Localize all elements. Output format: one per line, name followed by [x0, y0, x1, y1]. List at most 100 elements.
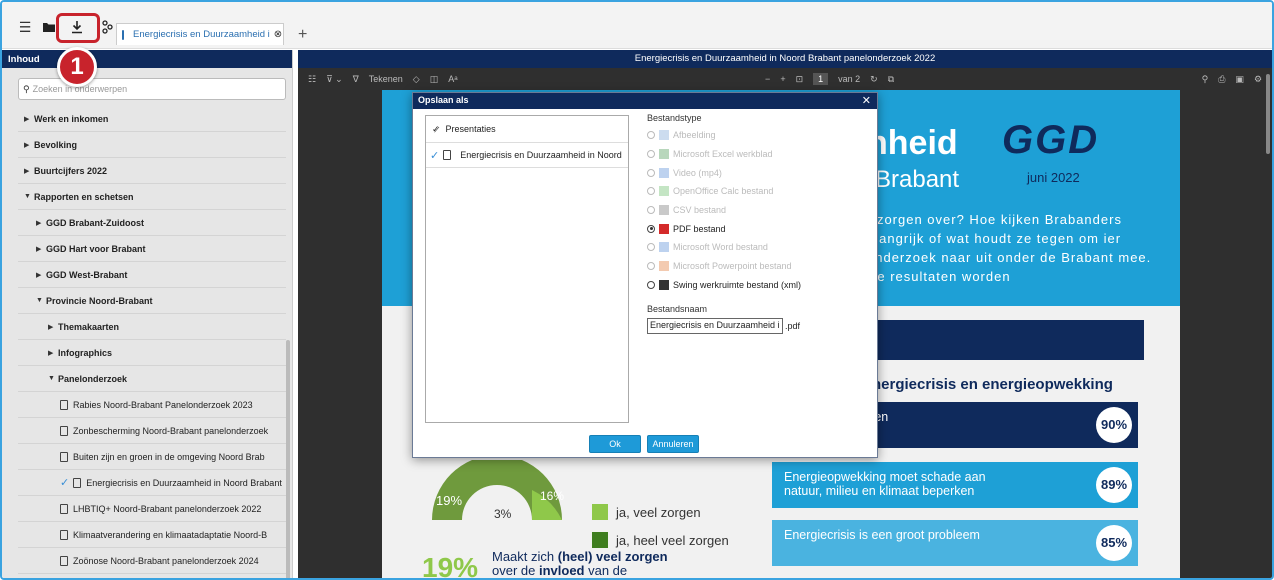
tab-close-icon[interactable]: ⊗	[274, 29, 282, 40]
tree-item[interactable]: Houtstook Noord-Brabant panelonderzoek 2…	[18, 574, 286, 578]
search-doc-icon[interactable]: ⚲	[1202, 74, 1209, 85]
tree-item-label: Bevolking	[34, 139, 78, 150]
radio-button[interactable]	[647, 168, 655, 177]
tree-item[interactable]: ▶ Bevolking	[18, 132, 286, 158]
tree-item[interactable]: ▼ Provincie Noord-Brabant	[18, 288, 286, 314]
chevron-right-icon[interactable]: ▶	[24, 141, 34, 149]
list-icon[interactable]: ☷	[308, 74, 316, 85]
filetype-option[interactable]: PDF bestand	[647, 219, 867, 238]
tree-item[interactable]: ▶ GGD Hart voor Brabant	[18, 236, 286, 262]
chevron-right-icon[interactable]: ▶	[36, 219, 46, 227]
filetype-option[interactable]: Swing werkruimte bestand (xml)	[647, 276, 867, 295]
bottom-text-2-bold: invloed	[538, 563, 585, 578]
menu-icon[interactable]: ☰	[16, 18, 34, 36]
share-icon[interactable]	[98, 18, 116, 36]
tree-item[interactable]: ✓ Energiecrisis en Duurzaamheid in Noord …	[18, 470, 286, 496]
filename-input[interactable]: Energiecrisis en Duurzaamheid i	[647, 318, 783, 335]
viewer-toolbar: ☷ ⊽ ⌄ ∇ Tekenen ◇ ◫ Aᵃ − + ⊡ 1 van 2 ↻ ⧉…	[298, 68, 1272, 90]
tree-item[interactable]: Klimaatverandering en klimaatadaptatie N…	[18, 522, 286, 548]
chevron-right-icon[interactable]: ▶	[36, 271, 46, 279]
search-icon: ⚲	[23, 83, 30, 94]
eraser-icon[interactable]: ◇	[413, 74, 420, 85]
filter-icon[interactable]: ⊽ ⌄	[326, 74, 343, 85]
page-number-field[interactable]: 1	[813, 73, 829, 85]
filetype-option[interactable]: OpenOffice Calc bestand	[647, 182, 867, 201]
filetype-option[interactable]: Afbeelding	[647, 126, 867, 145]
copy-icon[interactable]: ⧉	[888, 74, 894, 85]
tree-item-label: GGD West-Brabant	[46, 269, 128, 280]
layout-icon[interactable]: ◫	[430, 74, 439, 85]
document-tab[interactable]: Energiecrisis en Duurzaamheid i ⊗	[116, 23, 284, 45]
settings-icon[interactable]: ⚙	[1254, 74, 1262, 85]
bottom-text-2-end: van de	[584, 563, 628, 578]
contents-panel-header: Inhoud	[2, 50, 292, 68]
radio-button[interactable]	[647, 187, 655, 196]
filetype-option[interactable]: Microsoft Powerpoint bestand	[647, 257, 867, 276]
chevron-down-icon[interactable]: ▼	[24, 193, 34, 200]
filetype-option[interactable]: CSV bestand	[647, 201, 867, 220]
export-options: Bestandstype Afbeelding Microsoft Excel w…	[647, 113, 867, 335]
presentation-item[interactable]: ✓ Energiecrisis en Duurzaamheid in Noord	[426, 143, 628, 168]
close-icon[interactable]: ✕	[862, 94, 871, 107]
draw-button[interactable]: Tekenen	[369, 74, 403, 84]
font-size-icon[interactable]: Aᵃ	[448, 74, 457, 84]
radio-button[interactable]	[647, 262, 655, 271]
filetype-option[interactable]: Video (mp4)	[647, 163, 867, 182]
presentation-list-header: ✓̷ Presentaties	[426, 116, 628, 143]
tree-item[interactable]: Zoönose Noord-Brabant panelonderzoek 202…	[18, 548, 286, 574]
chevron-right-icon[interactable]: ▶	[48, 323, 58, 331]
cancel-button[interactable]: Annuleren	[647, 435, 699, 453]
tree-item-label: Rabies Noord-Brabant Panelonderzoek 2023	[73, 399, 253, 410]
contents-scrollbar[interactable]	[286, 340, 290, 578]
stat-box: Energieopwekking moet schade aan natuur,…	[772, 462, 1138, 508]
radio-button[interactable]	[647, 131, 655, 140]
tree-item[interactable]: LHBTIQ+ Noord-Brabant panelonderzoek 202…	[18, 496, 286, 522]
legend-label: ja, veel zorgen	[616, 504, 701, 520]
chevron-down-icon[interactable]: ▼	[36, 297, 46, 304]
tree-item[interactable]: ▶ GGD Brabant-Zuidoost	[18, 210, 286, 236]
search-input[interactable]: ⚲ Zoeken in onderwerpen	[18, 78, 286, 100]
tree-item[interactable]: ▶ GGD West-Brabant	[18, 262, 286, 288]
checkmark-icon: ✓	[60, 477, 70, 489]
add-tab-icon[interactable]: +	[298, 26, 307, 44]
tree-item-label: GGD Hart voor Brabant	[46, 243, 146, 254]
document-icon	[60, 425, 68, 436]
zoom-in-icon[interactable]: +	[780, 74, 785, 84]
chevron-right-icon[interactable]: ▶	[24, 115, 34, 123]
radio-button[interactable]	[647, 150, 655, 159]
radio-button[interactable]	[647, 280, 655, 289]
tree-item[interactable]: ▼ Rapporten en schetsen	[18, 184, 286, 210]
tree-item[interactable]: ▶ Werk en inkomen	[18, 106, 286, 132]
ok-button[interactable]: Ok	[589, 435, 641, 453]
tree-item[interactable]: ▶ Buurtcijfers 2022	[18, 158, 286, 184]
save-icon[interactable]: ▣	[1235, 74, 1244, 85]
tree-item[interactable]: Zonbescherming Noord-Brabant panelonderz…	[18, 418, 286, 444]
tree-item[interactable]: ▶ Themakaarten	[18, 314, 286, 340]
list-header-label: Presentaties	[445, 124, 496, 134]
chevron-right-icon[interactable]: ▶	[48, 349, 58, 357]
radio-button[interactable]	[647, 224, 655, 233]
radio-button[interactable]	[647, 206, 655, 215]
download-highlight	[56, 13, 100, 43]
tree-item[interactable]: Buiten zijn en groen in de omgeving Noor…	[18, 444, 286, 470]
radio-button[interactable]	[647, 243, 655, 252]
document-icon	[60, 503, 68, 514]
filetype-option[interactable]: Microsoft Word bestand	[647, 238, 867, 257]
tree-item[interactable]: ▼ Panelonderzoek	[18, 366, 286, 392]
rotate-icon[interactable]: ↻	[870, 74, 878, 85]
fit-icon[interactable]: ⊡	[796, 74, 804, 85]
viewer-scrollbar[interactable]	[1266, 74, 1270, 154]
tree-item[interactable]: Rabies Noord-Brabant Panelonderzoek 2023	[18, 392, 286, 418]
chevron-right-icon[interactable]: ▶	[24, 167, 34, 175]
tree-item[interactable]: ▶ Infographics	[18, 340, 286, 366]
draw-icon[interactable]: ∇	[353, 74, 359, 85]
document-icon	[443, 150, 452, 160]
chevron-down-icon[interactable]: ▼	[48, 375, 58, 382]
chevron-right-icon[interactable]: ▶	[36, 245, 46, 253]
print-icon[interactable]: ⎙	[1218, 74, 1225, 85]
check-all-icon[interactable]: ✓̷	[432, 124, 440, 135]
zoom-out-icon[interactable]: −	[765, 74, 770, 84]
tree-item-label: GGD Brabant-Zuidoost	[46, 217, 144, 228]
legend-label: ja, heel veel zorgen	[616, 532, 729, 548]
filetype-option[interactable]: Microsoft Excel werkblad	[647, 145, 867, 164]
